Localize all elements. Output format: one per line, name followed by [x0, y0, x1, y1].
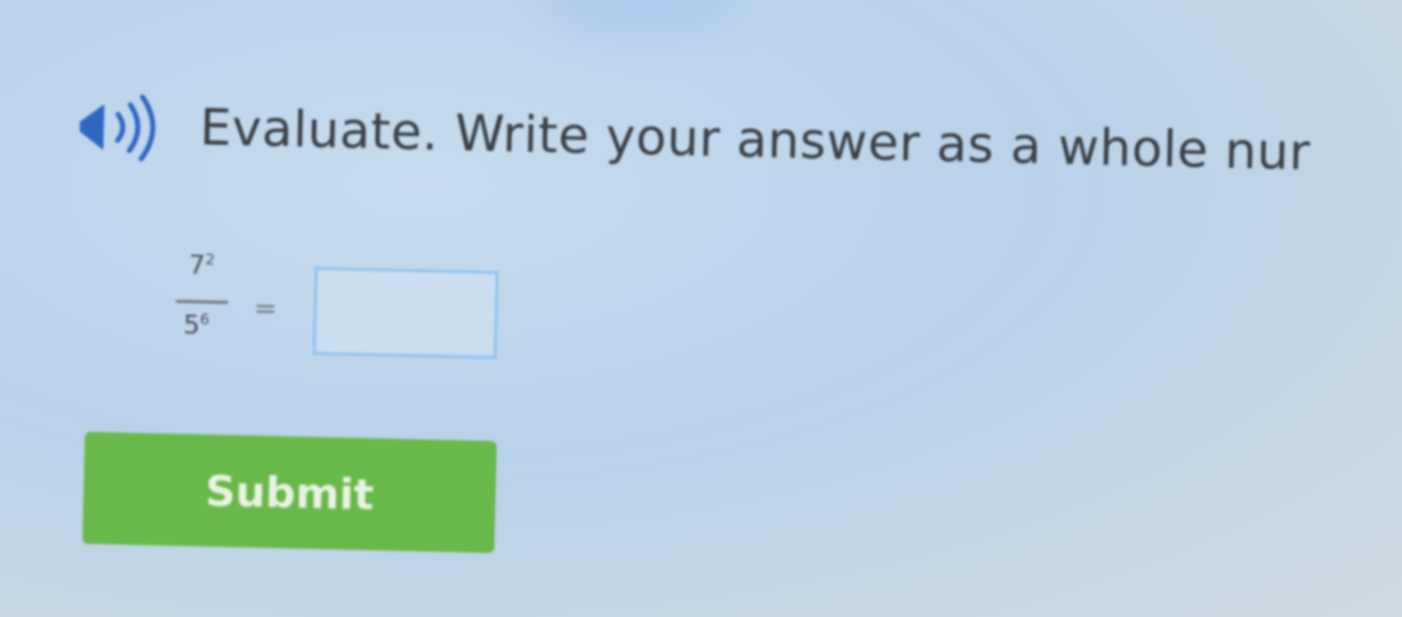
question-panel: Evaluate. Write your answer as a whole n… [0, 0, 1402, 617]
fraction-bar [175, 299, 228, 304]
question-prompt: Evaluate. Write your answer as a whole n… [199, 98, 1311, 182]
speaker-icon-graphic [79, 94, 156, 162]
speaker-icon[interactable] [73, 91, 165, 165]
numerator-base: 7 [188, 250, 206, 282]
fraction-expression: 72 56 [171, 240, 244, 362]
denominator-base: 5 [183, 310, 201, 341]
answer-input[interactable] [312, 266, 499, 360]
fraction-denominator: 56 [183, 310, 210, 341]
equals-sign: = [253, 291, 278, 326]
fraction-numerator: 72 [188, 250, 215, 281]
denominator-exponent: 6 [199, 310, 210, 329]
submit-button[interactable]: Submit [82, 431, 497, 554]
numerator-exponent: 2 [205, 250, 216, 269]
